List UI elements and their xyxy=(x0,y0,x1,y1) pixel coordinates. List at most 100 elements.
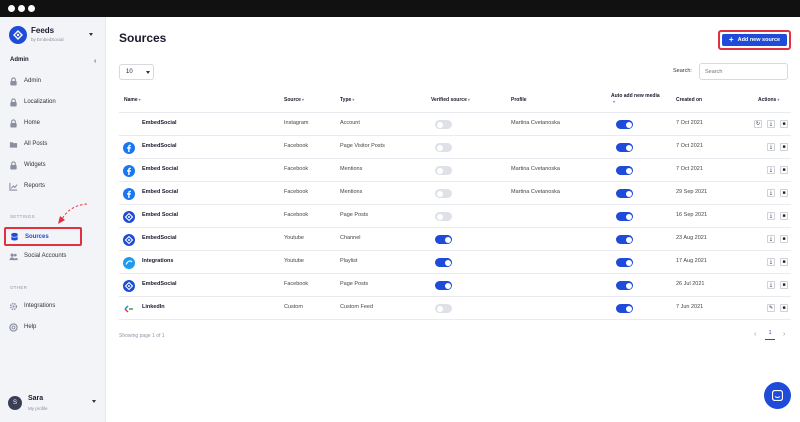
source-name[interactable]: Embed Social xyxy=(142,212,178,218)
download-icon[interactable]: ⤓ xyxy=(767,235,775,243)
verified-source-toggle[interactable] xyxy=(435,189,452,198)
pagination-prev-button[interactable]: ‹ xyxy=(754,331,756,338)
app-title[interactable]: Feeds xyxy=(31,26,54,35)
plus-icon: + xyxy=(728,35,734,44)
source-type: Mentions xyxy=(340,166,363,172)
verified-source-toggle[interactable] xyxy=(435,235,452,244)
source-name[interactable]: EmbedSocial xyxy=(142,143,177,149)
source-name[interactable]: EmbedSocial xyxy=(142,120,177,126)
column-header-source[interactable]: Source▾ xyxy=(284,97,304,103)
delete-icon[interactable]: ■ xyxy=(780,120,788,128)
table-row[interactable]: EmbedSocial Facebook Page Posts 26 Jul 2021… xyxy=(106,274,800,297)
delete-icon[interactable]: ■ xyxy=(780,143,788,151)
delete-icon[interactable]: ■ xyxy=(780,258,788,266)
verified-source-toggle[interactable] xyxy=(435,258,452,267)
download-icon[interactable]: ⤓ xyxy=(767,189,775,197)
created-on-date: 26 Jul 2021 xyxy=(676,281,705,287)
column-header-label: Created on xyxy=(676,97,703,103)
auto-add-media-toggle[interactable] xyxy=(616,212,633,221)
download-icon[interactable]: ⤓ xyxy=(767,212,775,220)
source-type: Mentions xyxy=(340,189,363,195)
verified-source-toggle[interactable] xyxy=(435,304,452,313)
table-row[interactable]: EmbedSocial Facebook Page Visitor Posts 7 O… xyxy=(106,136,800,159)
sidebar-item-integrations[interactable]: Integrations xyxy=(9,299,97,313)
sidebar-item-sources[interactable]: Sources xyxy=(4,227,82,246)
verified-source-toggle[interactable] xyxy=(435,281,452,290)
refresh-icon[interactable]: ↻ xyxy=(754,120,762,128)
edit-icon[interactable]: ✎ xyxy=(767,304,775,312)
source-name[interactable]: Embed Social xyxy=(142,166,178,172)
table-row[interactable]: Integrations Youtube Playlist 17 Aug 2021 ⤓ ■ xyxy=(106,251,800,274)
sidebar-item-admin[interactable]: Admin xyxy=(9,74,97,88)
delete-icon[interactable]: ■ xyxy=(780,189,788,197)
window-dot[interactable] xyxy=(28,5,35,12)
user-menu-chevron-down-icon[interactable] xyxy=(92,400,96,403)
facebook-icon xyxy=(123,141,135,154)
verified-source-toggle[interactable] xyxy=(435,166,452,175)
sidebar-item-reports[interactable]: Reports xyxy=(9,179,97,193)
delete-icon[interactable]: ■ xyxy=(780,281,788,289)
app-logo[interactable] xyxy=(9,26,27,44)
auto-add-media-toggle[interactable] xyxy=(616,258,633,267)
delete-icon[interactable]: ■ xyxy=(780,235,788,243)
auto-add-media-toggle[interactable] xyxy=(616,235,633,244)
sidebar-item-widgets[interactable]: Widgets xyxy=(9,158,97,172)
download-icon[interactable]: ⤓ xyxy=(767,143,775,151)
pagination-next-button[interactable]: › xyxy=(783,331,785,338)
search-input[interactable] xyxy=(699,63,788,80)
source-name[interactable]: Embed Social xyxy=(142,189,178,195)
auto-add-media-toggle[interactable] xyxy=(616,304,633,313)
window-dot[interactable] xyxy=(18,5,25,12)
auto-add-media-toggle[interactable] xyxy=(616,189,633,198)
avatar[interactable]: S xyxy=(8,396,22,410)
auto-add-media-toggle[interactable] xyxy=(616,143,633,152)
download-icon[interactable]: ⤓ xyxy=(767,166,775,174)
delete-icon[interactable]: ■ xyxy=(780,212,788,220)
my-profile-link[interactable]: My profile xyxy=(28,406,48,411)
collapse-sidebar-icon[interactable]: ‹ xyxy=(94,58,96,65)
sidebar-item-localization[interactable]: Localization xyxy=(9,95,97,109)
sidebar-item-all-posts[interactable]: All Posts xyxy=(9,137,97,151)
column-header-name[interactable]: Name▾ xyxy=(124,97,141,103)
user-name[interactable]: Sara xyxy=(28,395,43,402)
table-row[interactable]: EmbedSocial Instagram Account Martina Cveta… xyxy=(106,113,800,136)
verified-source-toggle[interactable] xyxy=(435,120,452,129)
column-header-verified-source[interactable]: Verified source▾ xyxy=(431,97,470,103)
table-row[interactable]: LinkedIn Custom Custom Feed 7 Jun 2021 ✎ ■ xyxy=(106,297,800,320)
table-row[interactable]: EmbedSocial Youtube Channel 23 Aug 2021 ⤓ ■ xyxy=(106,228,800,251)
download-icon[interactable]: ⤓ xyxy=(767,258,775,266)
source-name[interactable]: Integrations xyxy=(142,258,173,264)
source-name[interactable]: EmbedSocial xyxy=(142,235,177,241)
source-name[interactable]: EmbedSocial xyxy=(142,281,177,287)
column-header-actions[interactable]: Actions▾ xyxy=(758,97,779,103)
auto-add-media-toggle[interactable] xyxy=(616,281,633,290)
sidebar: Feeds by EmbedSocial Admin ‹ Admin Local… xyxy=(0,17,106,422)
page-size-select[interactable]: 10 xyxy=(119,64,154,80)
verified-source-toggle[interactable] xyxy=(435,212,452,221)
add-new-source-button[interactable]: + Add new source xyxy=(718,30,791,50)
column-header-created-on[interactable]: Created on xyxy=(676,97,702,103)
table-row[interactable]: Embed Social Facebook Mentions Martina Cvet… xyxy=(106,159,800,182)
source-name[interactable]: LinkedIn xyxy=(142,304,165,310)
sidebar-item-help[interactable]: Help xyxy=(9,320,97,334)
column-header-auto-add[interactable]: Auto add new media ▾ xyxy=(611,93,660,104)
auto-add-media-toggle[interactable] xyxy=(616,120,633,129)
delete-icon[interactable]: ■ xyxy=(780,304,788,312)
sidebar-item-home[interactable]: Home xyxy=(9,116,97,130)
highlight-arrow xyxy=(58,203,88,224)
verified-source-toggle[interactable] xyxy=(435,143,452,152)
download-icon[interactable]: ⤓ xyxy=(767,120,775,128)
delete-icon[interactable]: ■ xyxy=(780,166,788,174)
download-icon[interactable]: ⤓ xyxy=(767,281,775,289)
app-switcher-chevron-down-icon[interactable] xyxy=(89,33,93,36)
chat-support-button[interactable] xyxy=(764,382,791,409)
table-row[interactable]: Embed Social Facebook Mentions Martina Cvet… xyxy=(106,182,800,205)
window-dot[interactable] xyxy=(8,5,15,12)
sidebar-item-label: Integrations xyxy=(24,303,56,309)
auto-add-media-toggle[interactable] xyxy=(616,166,633,175)
pagination-page-1[interactable]: 1 xyxy=(765,327,775,340)
sidebar-item-label: Sources xyxy=(25,233,49,240)
column-header-type[interactable]: Type▾ xyxy=(340,97,354,103)
sidebar-item-social-accounts[interactable]: Social Accounts xyxy=(9,249,97,263)
table-row[interactable]: Embed Social Facebook Page Posts 16 Sep 202… xyxy=(106,205,800,228)
